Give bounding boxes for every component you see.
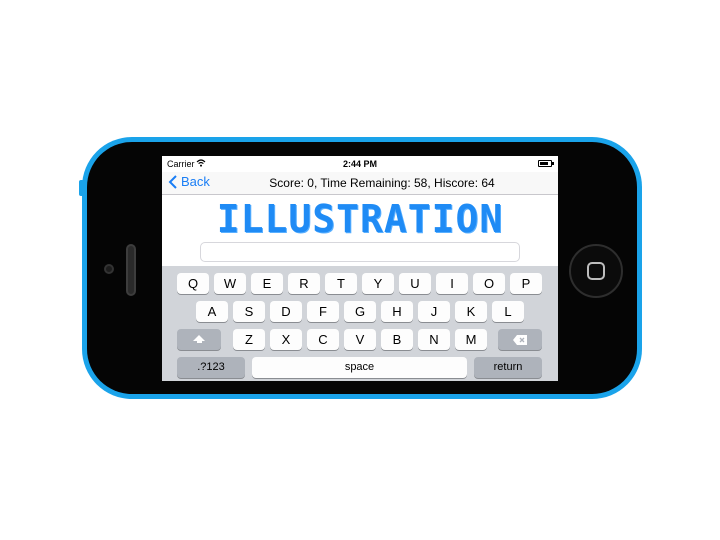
score-text: Score: 0, Time Remaining: 58, Hiscore: 6… — [269, 176, 495, 190]
return-key[interactable]: return — [474, 357, 542, 378]
key-s[interactable]: S — [233, 301, 265, 322]
key-y[interactable]: Y — [362, 273, 394, 294]
key-u[interactable]: U — [399, 273, 431, 294]
answer-input[interactable] — [200, 242, 520, 262]
backspace-key[interactable] — [498, 329, 542, 350]
key-n[interactable]: N — [418, 329, 450, 350]
challenge-word: ILLUSTRATION — [216, 197, 504, 241]
numbers-key[interactable]: .?123 — [177, 357, 245, 378]
battery-icon — [538, 160, 554, 167]
key-c[interactable]: C — [307, 329, 339, 350]
key-d[interactable]: D — [270, 301, 302, 322]
key-w[interactable]: W — [214, 273, 246, 294]
key-g[interactable]: G — [344, 301, 376, 322]
key-t[interactable]: T — [325, 273, 357, 294]
front-camera — [104, 264, 114, 274]
nav-bar: Back Score: 0, Time Remaining: 58, Hisco… — [162, 172, 558, 195]
key-j[interactable]: J — [418, 301, 450, 322]
keyboard: Q W E R T Y U I O P A S D F G H J K L Z … — [162, 266, 558, 381]
backspace-icon — [513, 335, 527, 345]
key-v[interactable]: V — [344, 329, 376, 350]
score-title: Score: 0, Time Remaining: 58, Hiscore: 6… — [162, 176, 558, 190]
space-key[interactable]: space — [252, 357, 467, 378]
status-bar: Carrier 2:44 PM — [162, 156, 558, 172]
key-z[interactable]: Z — [233, 329, 265, 350]
key-l[interactable]: L — [492, 301, 524, 322]
home-button-icon[interactable] — [569, 244, 623, 298]
shift-key[interactable] — [177, 329, 221, 350]
key-m[interactable]: M — [455, 329, 487, 350]
status-time: 2:44 PM — [342, 159, 377, 169]
key-b[interactable]: B — [381, 329, 413, 350]
key-q[interactable]: Q — [177, 273, 209, 294]
key-f[interactable]: F — [307, 301, 339, 322]
key-o[interactable]: O — [473, 273, 505, 294]
volume-button — [79, 180, 84, 196]
key-h[interactable]: H — [381, 301, 413, 322]
key-x[interactable]: X — [270, 329, 302, 350]
key-i[interactable]: I — [436, 273, 468, 294]
speaker-grille — [126, 244, 136, 296]
app-screen: Carrier 2:44 PM Back Score: 0, Time Rema… — [162, 156, 558, 381]
key-p[interactable]: P — [510, 273, 542, 294]
key-a[interactable]: A — [196, 301, 228, 322]
key-r[interactable]: R — [288, 273, 320, 294]
key-e[interactable]: E — [251, 273, 283, 294]
key-k[interactable]: K — [455, 301, 487, 322]
